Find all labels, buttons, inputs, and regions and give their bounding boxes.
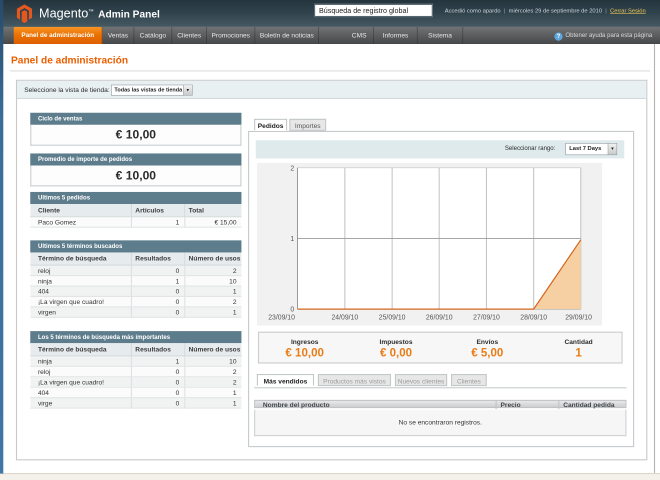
svg-text:26/09/10: 26/09/10 bbox=[426, 315, 453, 322]
svg-text:0: 0 bbox=[290, 306, 294, 313]
svg-text:25/09/10: 25/09/10 bbox=[379, 315, 406, 322]
svg-text:1: 1 bbox=[290, 236, 294, 243]
svg-text:2: 2 bbox=[290, 166, 294, 173]
svg-text:24/09/10: 24/09/10 bbox=[331, 315, 358, 322]
svg-text:27/09/10: 27/09/10 bbox=[473, 315, 500, 322]
svg-text:28/09/10: 28/09/10 bbox=[520, 315, 547, 322]
svg-text:23/09/10: 23/09/10 bbox=[268, 315, 295, 322]
svg-text:29/09/10: 29/09/10 bbox=[565, 315, 592, 322]
